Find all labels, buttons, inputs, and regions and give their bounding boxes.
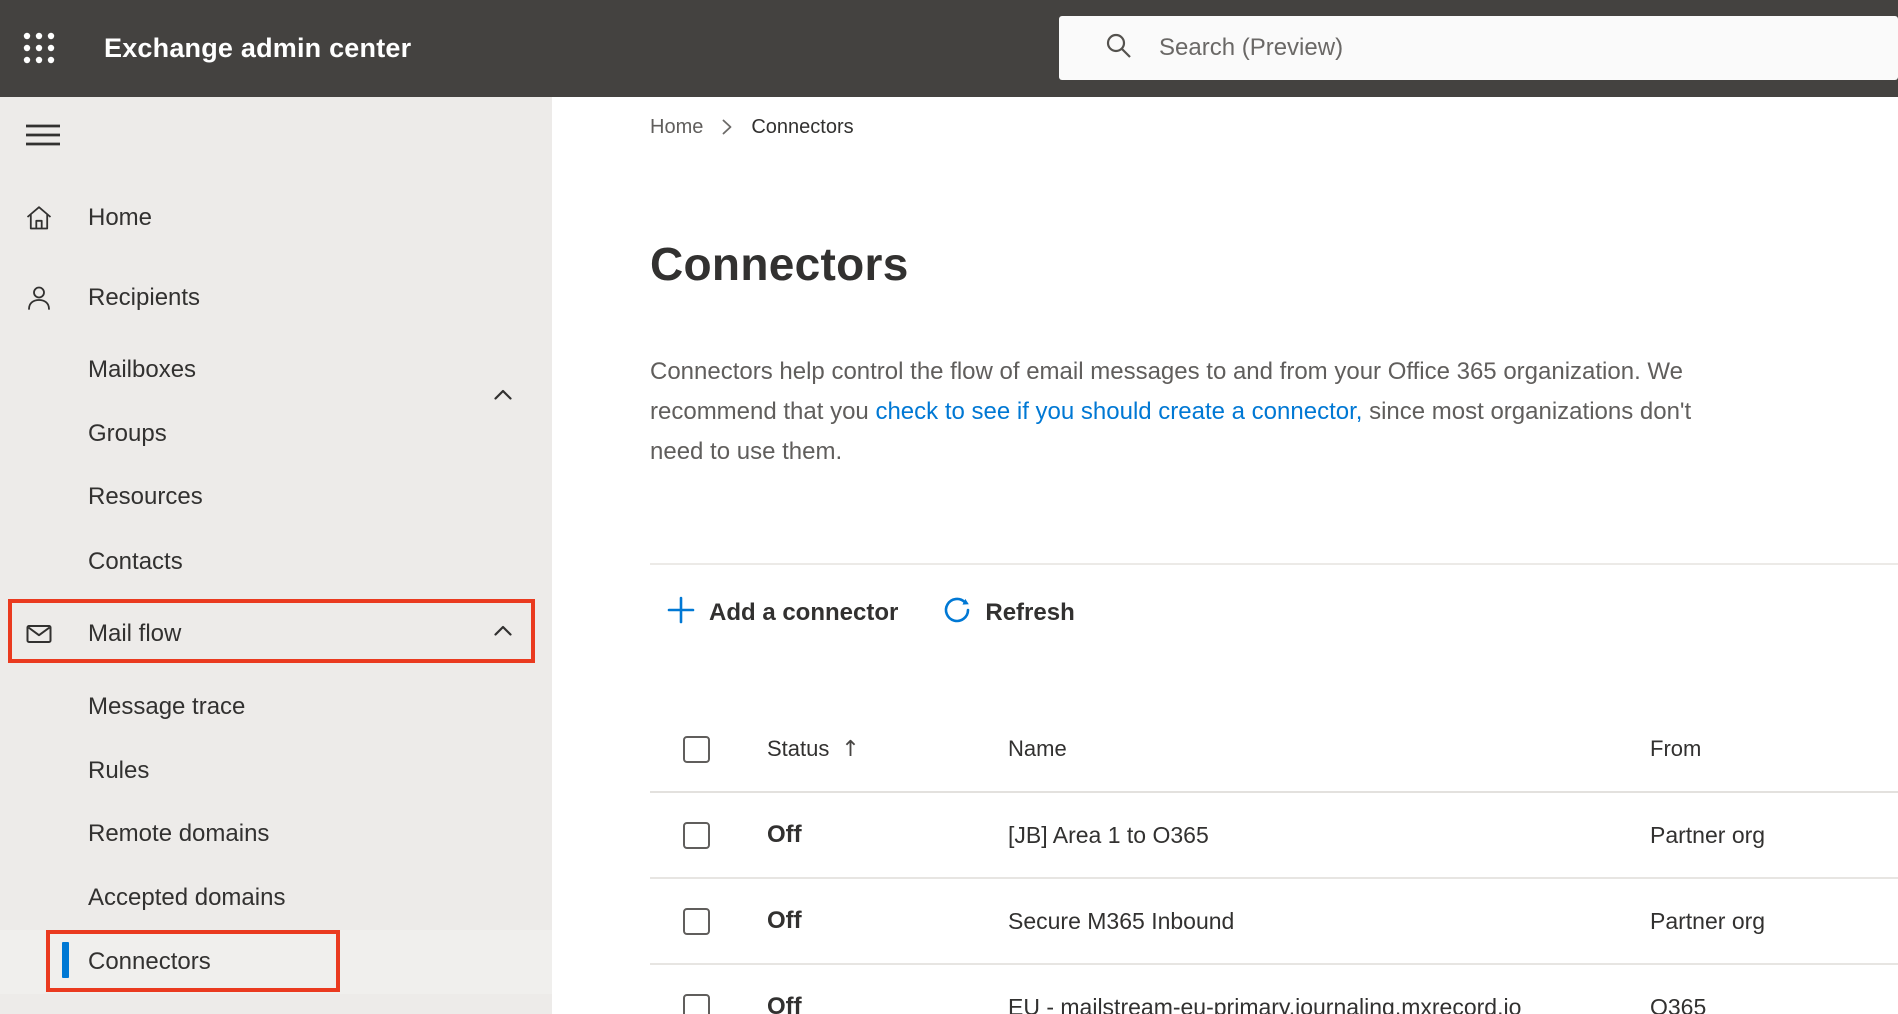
column-header-status[interactable]: Status ↑ [767,736,1008,762]
page-title: Connectors [650,238,909,290]
select-all-checkbox[interactable] [683,735,710,763]
sidebar-item-groups[interactable]: Groups [0,402,552,466]
app-launcher-button[interactable] [14,24,64,74]
breadcrumb-current: Connectors [751,115,854,138]
plus-icon [666,595,696,632]
sidebar-item-label: Rules [88,757,150,784]
sidebar-item-label: Resources [88,483,203,510]
sidebar-item-label: Home [88,204,153,231]
connector-status: Off [767,907,802,934]
connector-status: Off [767,821,802,848]
chevron-up-icon[interactable] [489,617,517,645]
sidebar-item-label: Recipients [88,284,201,311]
mail-icon [24,619,54,649]
sidebar-item-label: Groups [88,420,167,447]
sidebar-item-mailboxes[interactable]: Mailboxes [0,338,552,402]
main-content: Home Connectors Connectors Connectors he… [552,97,1898,1014]
home-icon [24,203,54,233]
sidebar-item-resources[interactable]: Resources [0,465,552,529]
row-checkbox[interactable] [683,907,710,935]
sort-ascending-icon: ↑ [841,736,860,762]
connector-status: Off [767,993,802,1014]
search-box[interactable] [1059,16,1898,80]
toolbar: Add a connector Refresh [666,589,1075,637]
sidebar-item-label: Message trace [88,693,246,720]
status-header-label: Status [767,736,830,761]
table-row[interactable]: Off [JB] Area 1 to O365 Partner org [650,793,1898,879]
connector-from: Partner org [1650,821,1766,848]
refresh-button[interactable]: Refresh [942,595,1075,632]
page-description: Connectors help control the flow of emai… [650,352,1898,472]
hamburger-icon [24,124,64,154]
add-connector-button[interactable]: Add a connector [666,595,898,632]
sidebar-item-label: Accepted domains [88,884,286,911]
app-title: Exchange admin center [104,33,412,63]
sidebar-item-message-trace[interactable]: Message trace [0,675,552,739]
refresh-icon [942,595,972,632]
sidebar-item-label: Remote domains [88,820,270,847]
person-icon [24,283,54,313]
connector-from: Partner org [1650,907,1766,934]
connector-name: EU - mailstream-eu-primary.journaling.mx… [1008,993,1522,1014]
toolbar-divider [650,563,1898,565]
breadcrumb: Home Connectors [650,115,854,139]
selected-item-indicator [62,942,69,978]
sidebar-item-label: Contacts [88,548,183,575]
sidebar-item-home[interactable]: Home [0,186,552,250]
sidebar-item-contacts[interactable]: Contacts [0,530,552,594]
sidebar-item-connectors[interactable]: Connectors [0,930,552,994]
column-header-name[interactable]: Name [1008,736,1650,762]
create-connector-check-link[interactable]: check to see if you should create a conn… [875,398,1362,425]
sidebar-item-remote-domains[interactable]: Remote domains [0,802,552,866]
connector-name: Secure M365 Inbound [1008,907,1235,934]
sidebar-item-label: Connectors [88,948,211,975]
waffle-icon [22,31,56,68]
breadcrumb-chevron-icon [717,115,737,139]
table-row[interactable]: Off Secure M365 Inbound Partner org [650,879,1898,965]
connectors-table: Status ↑ Name From Off [JB] Area 1 to O3… [650,707,1898,1014]
sidebar-item-recipients[interactable]: Recipients [0,266,552,330]
exchange-admin-center: Exchange admin center Search (Preview) H… [0,0,1898,1014]
sidebar-item-label: Mail flow [88,620,182,647]
top-bar: Exchange admin center [0,0,1898,97]
sidebar-nav: Home Recipients Mailboxes Groups Resourc… [0,97,552,1014]
nav-collapse-button[interactable] [24,121,64,151]
add-connector-label: Add a connector [709,599,899,626]
column-header-from[interactable]: From [1650,736,1898,762]
sidebar-item-mail-flow[interactable]: Mail flow [0,602,552,666]
search-input[interactable] [1135,16,1898,80]
refresh-label: Refresh [985,599,1075,626]
sidebar-item-accepted-domains[interactable]: Accepted domains [0,866,552,930]
table-header-row: Status ↑ Name From [650,707,1898,793]
search-icon [1059,30,1135,67]
table-row[interactable]: Off EU - mailstream-eu-primary.journalin… [650,965,1898,1014]
sidebar-item-label: Mailboxes [88,356,197,383]
connector-from: O365 [1650,993,1707,1014]
row-checkbox[interactable] [683,993,710,1014]
sidebar-item-rules[interactable]: Rules [0,739,552,803]
row-checkbox[interactable] [683,821,710,849]
connector-name: [JB] Area 1 to O365 [1008,821,1209,848]
breadcrumb-home[interactable]: Home [650,116,703,139]
